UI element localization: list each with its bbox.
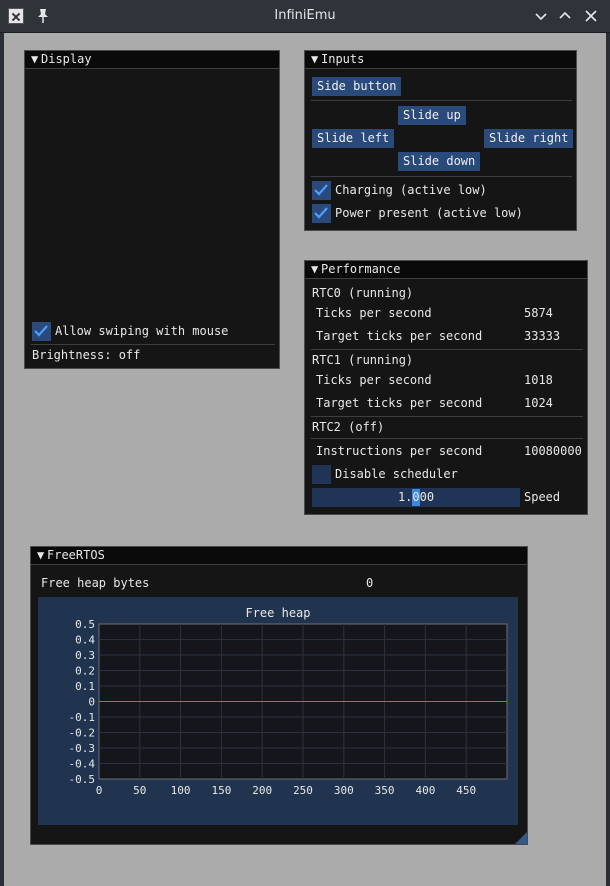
rtc0-target-value: 33333: [524, 329, 561, 343]
slide-up-button[interactable]: Slide up: [398, 106, 466, 125]
y-tick-label: 0.3: [75, 649, 95, 662]
title-bar[interactable]: InfiniEmu: [0, 0, 610, 33]
checkmark-icon: [34, 325, 48, 337]
free-heap-chart: Free heap 0 50 100 150 200 250 300 350 400 450 0.5 0…: [69, 606, 508, 797]
checkmark-icon: [314, 184, 328, 196]
x-tick-label: 300: [334, 784, 354, 797]
charging-label: Charging (active low): [335, 183, 487, 197]
performance-panel: ▼ Performance RTC0 (running) Ticks per se…: [304, 260, 588, 515]
collapse-triangle-icon[interactable]: ▼: [37, 547, 47, 564]
speed-slider[interactable]: 1.000: [312, 488, 520, 507]
display-panel-header[interactable]: ▼ Display: [25, 51, 279, 69]
x-tick-label: 150: [211, 784, 231, 797]
rtc2-header: RTC2 (off): [312, 420, 385, 434]
x-tick-label: 350: [375, 784, 395, 797]
free-heap-plot[interactable]: Free heap 0 50 100 150 200 250 300 350 400 450 0.5 0…: [38, 597, 518, 825]
rtc0-ticks-value: 5874: [524, 306, 553, 320]
power-present-checkbox[interactable]: [312, 204, 331, 223]
y-tick-label: -0.3: [69, 742, 96, 755]
rtc1-target-value: 1024: [524, 396, 553, 410]
y-tick-label: -0.4: [69, 758, 96, 771]
separator: [311, 100, 572, 101]
instructions-label: Instructions per second: [316, 444, 483, 458]
x-tick-label: 450: [456, 784, 476, 797]
slide-down-button[interactable]: Slide down: [398, 152, 481, 171]
brightness-text: Brightness: off: [32, 348, 141, 362]
minimize-icon[interactable]: [532, 7, 550, 25]
display-panel: ▼ Display Allow swiping with mouse Bright…: [24, 50, 280, 369]
y-tick-label: 0: [88, 696, 95, 709]
collapse-triangle-icon[interactable]: ▼: [311, 261, 321, 278]
close-icon[interactable]: [582, 7, 600, 25]
side-button[interactable]: Side button: [312, 77, 402, 96]
display-panel-title: Display: [41, 52, 92, 66]
separator: [31, 344, 275, 345]
rtc1-header: RTC1 (running): [312, 353, 414, 367]
checkmark-icon: [314, 207, 328, 219]
inputs-panel: ▼ Inputs Side button Slide up Slide left …: [304, 50, 577, 231]
maximize-icon[interactable]: [556, 7, 574, 25]
speed-label: Speed: [524, 490, 561, 504]
performance-panel-header[interactable]: ▼ Performance: [305, 261, 587, 279]
allow-swiping-label: Allow swiping with mouse: [55, 324, 229, 338]
resize-grip-icon[interactable]: [515, 832, 527, 844]
freertos-panel-header[interactable]: ▼ FreeRTOS: [31, 547, 527, 565]
y-tick-label: 0.4: [75, 634, 95, 647]
freertos-panel-title: FreeRTOS: [47, 548, 105, 562]
disable-scheduler-label: Disable scheduler: [335, 467, 458, 481]
rtc0-ticks-label: Ticks per second: [316, 306, 432, 320]
separator: [311, 416, 583, 417]
inputs-panel-header[interactable]: ▼ Inputs: [305, 51, 576, 69]
app-window: InfiniEmu ▼ Display Allow swiping with mo…: [0, 0, 610, 886]
separator: [311, 349, 583, 350]
rtc1-ticks-value: 1018: [524, 373, 553, 387]
rtc1-ticks-label: Ticks per second: [316, 373, 432, 387]
performance-panel-title: Performance: [321, 262, 401, 276]
separator: [311, 438, 583, 439]
speed-slider-value: 1.000: [397, 490, 435, 504]
y-tick-label: -0.2: [69, 727, 96, 740]
charging-checkbox[interactable]: [312, 181, 331, 200]
x-tick-label: 100: [171, 784, 191, 797]
instructions-value: 10080000: [524, 444, 582, 458]
chart-title: Free heap: [245, 606, 310, 620]
separator: [311, 176, 572, 177]
slide-right-button[interactable]: Slide right: [484, 129, 574, 148]
rtc0-header: RTC0 (running): [312, 286, 414, 300]
free-heap-value: 0: [366, 576, 374, 590]
y-tick-label: -0.5: [69, 773, 96, 786]
collapse-triangle-icon[interactable]: ▼: [311, 51, 321, 68]
window-title: InfiniEmu: [274, 8, 336, 23]
slide-left-button[interactable]: Slide left: [312, 129, 395, 148]
allow-swiping-checkbox[interactable]: [32, 322, 51, 341]
y-tick-label: 0.1: [75, 680, 95, 693]
client-area: ▼ Display Allow swiping with mouse Bright…: [4, 33, 606, 886]
inputs-panel-title: Inputs: [321, 52, 365, 66]
y-tick-label: 0.5: [75, 618, 95, 631]
x-tick-label: 400: [415, 784, 435, 797]
y-tick-label: 0.2: [75, 665, 95, 678]
disable-scheduler-checkbox[interactable]: [312, 465, 331, 484]
collapse-triangle-icon[interactable]: ▼: [31, 51, 41, 68]
x-tick-label: 0: [96, 784, 103, 797]
freertos-panel: ▼ FreeRTOS Free heap bytes 0 Free heap 0 50…: [30, 546, 528, 845]
x-tick-label: 250: [293, 784, 313, 797]
power-present-label: Power present (active low): [335, 206, 523, 220]
rtc0-target-label: Target ticks per second: [316, 329, 483, 343]
y-tick-label: -0.1: [69, 711, 96, 724]
x-tick-label: 50: [133, 784, 146, 797]
free-heap-label: Free heap bytes: [41, 576, 150, 590]
rtc1-target-label: Target ticks per second: [316, 396, 483, 410]
x-tick-label: 200: [252, 784, 272, 797]
display-screen[interactable]: [25, 69, 279, 319]
